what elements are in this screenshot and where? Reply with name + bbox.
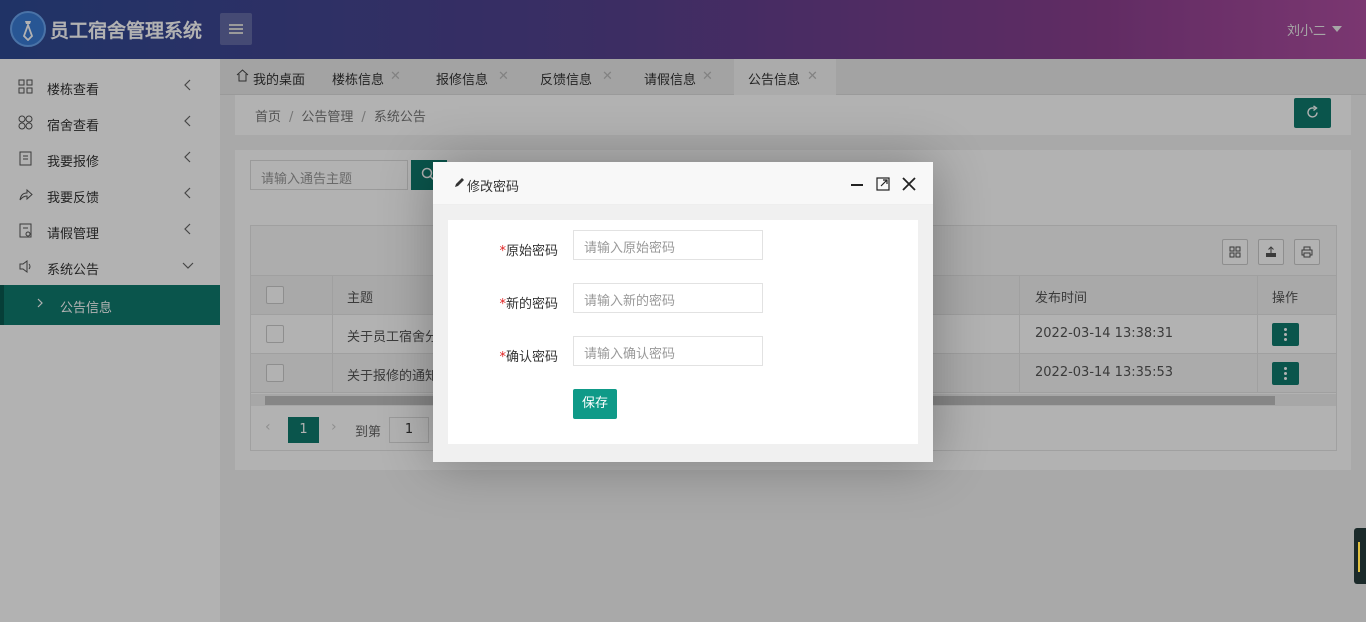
confirm-password-label: *确认密码	[448, 346, 558, 365]
maximize-icon[interactable]	[875, 176, 891, 192]
dialog-body: *原始密码 请输入原始密码 *新的密码 请输入新的密码 *确认密码 请输入确认密…	[448, 220, 918, 444]
new-password-label: *新的密码	[448, 293, 558, 312]
minimize-icon[interactable]	[849, 176, 865, 192]
close-icon[interactable]	[901, 176, 917, 192]
old-password-label: *原始密码	[448, 240, 558, 259]
pencil-icon	[455, 178, 464, 187]
new-password-field[interactable]: 请输入新的密码	[573, 283, 763, 313]
side-widget[interactable]	[1354, 528, 1366, 584]
old-password-field[interactable]: 请输入原始密码	[573, 230, 763, 260]
label-text: 原始密码	[505, 244, 558, 259]
label-text: 确认密码	[505, 350, 558, 365]
dialog-title: 修改密码	[467, 180, 520, 195]
change-password-dialog: 修改密码 *原始密码 请输入原始密码 *新的密码 请输入新的密码 *确认密码 请…	[433, 162, 933, 462]
confirm-password-field[interactable]: 请输入确认密码	[573, 336, 763, 366]
save-button[interactable]: 保存	[573, 389, 617, 419]
label-text: 新的密码	[505, 297, 558, 312]
dialog-header: 修改密码	[433, 162, 933, 205]
